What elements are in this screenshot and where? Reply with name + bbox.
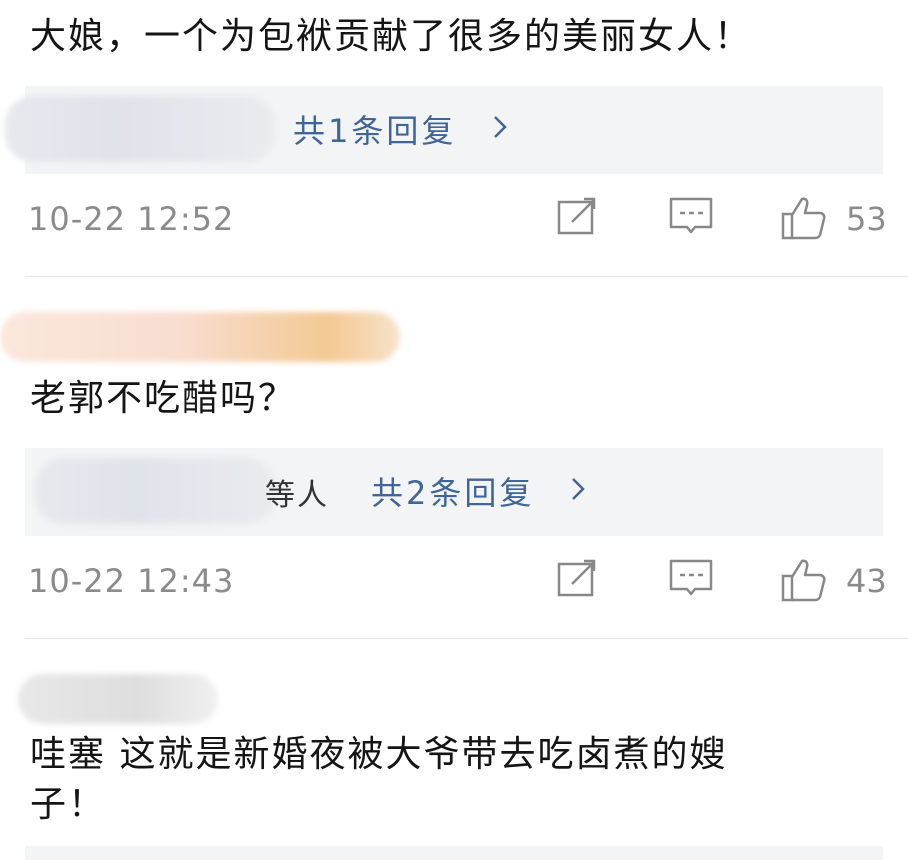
like-count: 53 [846,200,887,238]
reply-summary-partial [25,846,883,860]
edit-icon[interactable] [556,556,600,604]
timestamp: 10-22 12:43 [28,562,235,600]
reply-author-redacted [35,458,275,524]
comment-meta: 10-22 12:43 43 [28,556,887,616]
thumbs-up-icon[interactable] [780,194,828,246]
reply-summary[interactable]: 等人 共2条回复 [25,448,883,536]
username-redacted[interactable] [0,312,400,362]
view-replies-link[interactable]: 共1条回复 [293,106,508,152]
reply-author-redacted [5,96,275,162]
comment-icon[interactable] [668,556,714,604]
edit-icon[interactable] [556,194,600,242]
reply-summary[interactable]: 共1条回复 [5,86,883,174]
comment-meta: 10-22 12:52 53 [28,194,887,254]
like-count: 43 [846,562,887,600]
comment-text-line-2: 子！ [30,784,107,825]
comment-icon[interactable] [668,194,714,242]
view-replies-link[interactable]: 共2条回复 [371,468,586,514]
reply-count-label: 共1条回复 [293,112,457,150]
reply-authors-label: 等人 [265,478,329,513]
timestamp: 10-22 12:52 [28,200,235,238]
username-redacted[interactable] [18,674,218,724]
chevron-right-icon [492,110,508,148]
reply-count-label: 共2条回复 [371,474,535,512]
divider [25,638,908,639]
thumbs-up-icon[interactable] [780,556,828,608]
divider [25,276,908,277]
comment-text-line-1: 哇塞 这就是新婚夜被大爷带去吃卤煮的嫂 [30,734,728,775]
comment-text: 大娘，一个为包袱贡献了很多的美丽女人！ [30,16,753,57]
comment-text: 老郭不吃醋吗？ [30,378,297,419]
chevron-right-icon [570,472,586,510]
